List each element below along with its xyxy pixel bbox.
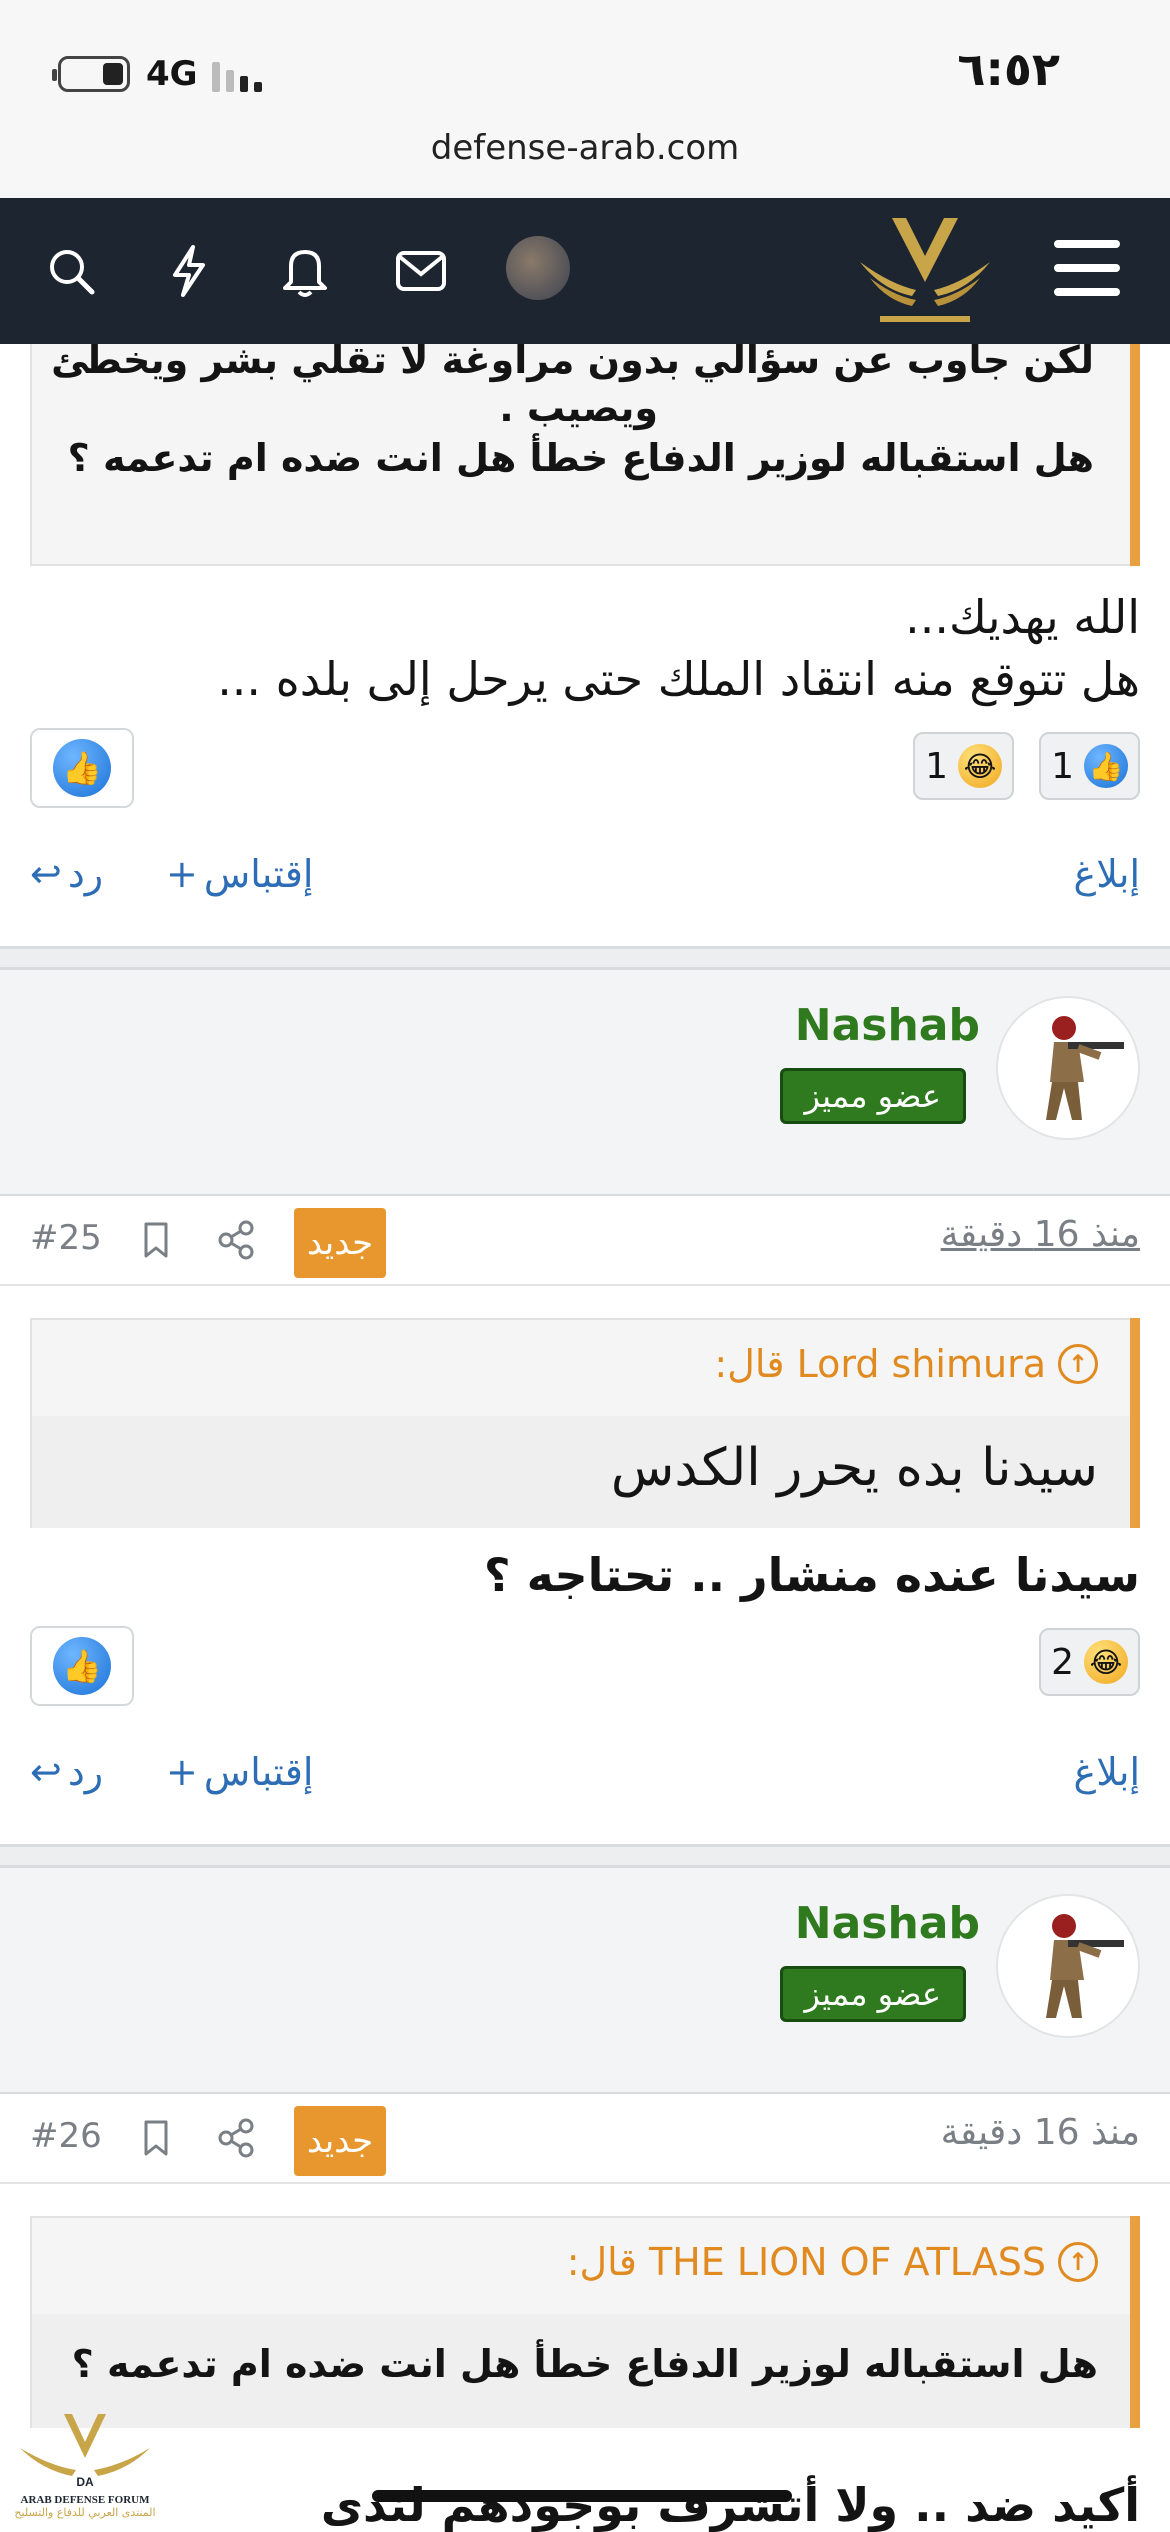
reply-link-label: رد bbox=[67, 852, 104, 896]
like-button[interactable]: 👍 bbox=[30, 728, 134, 808]
post-number[interactable]: #25 bbox=[30, 1218, 102, 1258]
quote-text-line: ويصيب . bbox=[499, 386, 658, 430]
new-badge: جديد bbox=[294, 1208, 386, 1278]
user-avatar-nav[interactable] bbox=[506, 236, 570, 300]
quote-accent-bar bbox=[1130, 1318, 1140, 1528]
share-icon[interactable] bbox=[214, 2116, 258, 2160]
user-title-badge: عضو مميز bbox=[779, 1068, 966, 1124]
post-user-header bbox=[0, 1868, 1170, 2094]
post-body-line: الله يهديك... bbox=[905, 590, 1140, 644]
reply-link-label: رد bbox=[67, 1750, 104, 1794]
quote-text: سيدنا بده يحرر الكدس bbox=[610, 1438, 1098, 1498]
signal-icon bbox=[212, 58, 272, 92]
plus-icon: + bbox=[166, 852, 198, 896]
forum-logo[interactable] bbox=[850, 212, 1000, 330]
quote-text-line: لكن جاوب عن سؤالي بدون مراوغة لا تقلي بش… bbox=[51, 338, 1094, 382]
arrow-up-icon: ↑ bbox=[1058, 2242, 1098, 2282]
quote-block: ↑ THE LION OF ATLASS قال: هل استقباله لو… bbox=[30, 2216, 1140, 2428]
post-time-link[interactable]: منذ 16 دقيقة bbox=[941, 1214, 1140, 1255]
reply-arrow-icon: ↩ bbox=[30, 852, 62, 896]
report-link[interactable]: إبلاغ bbox=[1074, 1750, 1140, 1794]
quote-text: هل استقباله لوزير الدفاع خطأ هل انت ضده … bbox=[71, 2342, 1098, 2386]
quote-link-label: إقتباس bbox=[203, 852, 314, 896]
plus-icon: + bbox=[166, 1750, 198, 1794]
quote-link-label: إقتباس bbox=[203, 1750, 314, 1794]
search-icon[interactable] bbox=[38, 238, 104, 304]
quote-link[interactable]: إقتباس + bbox=[166, 1750, 313, 1794]
username[interactable]: Nashab bbox=[795, 1898, 980, 1949]
post-separator bbox=[0, 1844, 1170, 1868]
footer-logo-subtext: المنتدى العربي للدفاع والتسليح bbox=[14, 2506, 156, 2519]
home-indicator[interactable] bbox=[372, 2490, 792, 2502]
post-meta-row: منذ 16 دقيقة جديد #26 bbox=[0, 2094, 1170, 2184]
user-title-badge: عضو مميز bbox=[779, 1966, 966, 2022]
quote-accent-bar bbox=[1130, 344, 1140, 566]
laugh-emoji-icon: 😂 bbox=[958, 744, 1002, 788]
quote-author[interactable]: ↑ THE LION OF ATLASS قال: bbox=[567, 2240, 1098, 2284]
reaction-laugh-count[interactable]: 1 😂 bbox=[913, 732, 1014, 800]
mail-icon[interactable] bbox=[388, 238, 454, 304]
reply-arrow-icon: ↩ bbox=[30, 1750, 62, 1794]
new-badge: جديد bbox=[294, 2106, 386, 2176]
like-button[interactable]: 👍 bbox=[30, 1626, 134, 1706]
reply-link[interactable]: رد ↩ bbox=[30, 852, 103, 896]
post-body: سيدنا عنده منشار .. تحتاجه ؟ bbox=[483, 1548, 1140, 1602]
bookmark-icon[interactable] bbox=[134, 2116, 178, 2160]
post-body-line: هل تتوقع منه انتقاد الملك حتى يرحل إلى ب… bbox=[217, 652, 1140, 706]
reply-link[interactable]: رد ↩ bbox=[30, 1750, 103, 1794]
bookmark-icon[interactable] bbox=[134, 1218, 178, 1262]
network-type: 4G bbox=[146, 54, 198, 94]
status-bar: 4G ٦:٥٢ defense-arab.com bbox=[0, 0, 1170, 198]
thumbs-up-icon: 👍 bbox=[53, 1637, 111, 1695]
quote-author[interactable]: ↑ Lord shimura قال: bbox=[714, 1342, 1098, 1386]
user-avatar[interactable] bbox=[996, 1894, 1140, 2038]
quote-block: لكن جاوب عن سؤالي بدون مراوغة لا تقلي بش… bbox=[30, 338, 1140, 566]
quote-author-label: Lord shimura قال: bbox=[714, 1342, 1046, 1386]
report-link[interactable]: إبلاغ bbox=[1074, 852, 1140, 896]
menu-icon[interactable] bbox=[1054, 240, 1120, 296]
share-icon[interactable] bbox=[214, 1218, 258, 1262]
username[interactable]: Nashab bbox=[795, 1000, 980, 1051]
reaction-like-count[interactable]: 1 👍 bbox=[1039, 732, 1140, 800]
svg-text:DA: DA bbox=[76, 2475, 94, 2489]
reaction-count-value: 1 bbox=[925, 745, 948, 787]
thumbs-up-icon: 👍 bbox=[1084, 744, 1128, 788]
thumbs-up-icon: 👍 bbox=[53, 739, 111, 797]
quote-text-line: هل استقباله لوزير الدفاع خطأ هل انت ضده … bbox=[67, 436, 1094, 480]
post-body: أكيد ضد .. ولا أتشرف بوجودهم لندى bbox=[320, 2478, 1140, 2532]
quote-link[interactable]: إقتباس + bbox=[166, 852, 313, 896]
lightning-icon[interactable] bbox=[156, 238, 222, 304]
post-meta-row: منذ 16 دقيقة جديد #25 bbox=[0, 1196, 1170, 1286]
post-separator bbox=[0, 946, 1170, 970]
post-number[interactable]: #26 bbox=[30, 2116, 102, 2156]
footer-forum-logo[interactable]: DA ARAB DEFENSE FORUM المنتدى العربي للد… bbox=[10, 2410, 160, 2532]
footer-logo-text: ARAB DEFENSE FORUM bbox=[20, 2494, 150, 2506]
clock: ٦:٥٢ bbox=[957, 42, 1060, 96]
user-avatar[interactable] bbox=[996, 996, 1140, 1140]
post-time-link[interactable]: منذ 16 دقيقة bbox=[941, 2112, 1140, 2153]
quote-block: ↑ Lord shimura قال: سيدنا بده يحرر الكدس bbox=[30, 1318, 1140, 1528]
battery-icon bbox=[52, 56, 130, 92]
reaction-laugh-count[interactable]: 2 😂 bbox=[1039, 1628, 1140, 1696]
laugh-emoji-icon: 😂 bbox=[1084, 1640, 1128, 1684]
forum-navbar bbox=[0, 198, 1170, 344]
arrow-up-icon: ↑ bbox=[1058, 1344, 1098, 1384]
bell-icon[interactable] bbox=[272, 238, 338, 304]
quote-accent-bar bbox=[1130, 2216, 1140, 2428]
quote-author-label: THE LION OF ATLASS قال: bbox=[566, 2240, 1046, 2284]
reaction-count-value: 1 bbox=[1051, 745, 1074, 787]
post-user-header bbox=[0, 970, 1170, 1196]
url-bar[interactable]: defense-arab.com bbox=[0, 128, 1170, 168]
reaction-count-value: 2 bbox=[1051, 1641, 1074, 1683]
